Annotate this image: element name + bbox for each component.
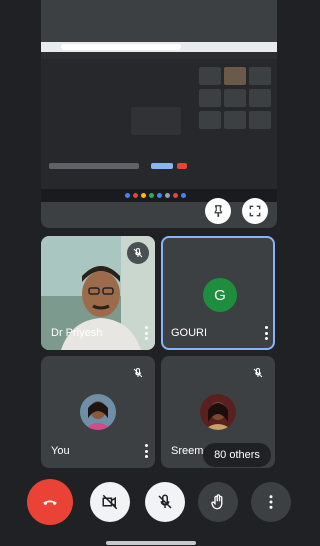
camera-off-icon [102,494,118,510]
mini-tile [249,111,271,129]
mini-tile [199,89,221,107]
participant-name: You [51,445,70,457]
participant-tile-active[interactable]: G GOURI [161,236,275,350]
avatar [80,394,116,430]
mic-off-indicator [127,242,149,264]
presentation-tile[interactable] [41,0,277,228]
mini-tile [199,67,221,85]
meet-header [41,52,277,59]
mini-tile [224,67,246,85]
camera-toggle-button[interactable] [90,482,130,522]
participant-name: GOURI [171,327,208,339]
mini-tile [131,107,181,135]
mic-off-icon [158,494,172,509]
fullscreen-button[interactable] [242,198,268,224]
participant-tile[interactable]: You [41,356,155,468]
mic-toggle-button[interactable] [145,482,185,522]
hand-icon [211,494,223,510]
more-options-icon[interactable] [143,444,149,458]
avatar [200,394,236,430]
mini-tile [249,67,271,85]
mini-button [151,163,173,169]
mini-tile [199,111,221,129]
address-bar [61,44,181,50]
mic-off-icon [133,367,143,378]
end-call-icon [43,500,57,505]
others-count-badge[interactable]: 80 others [203,443,271,467]
mini-tile [224,89,246,107]
mini-button [177,163,187,169]
meet-call-screen: Dr Priyesh G GOURI You Sreem 80 others [0,0,301,546]
taskbar [41,189,277,202]
avatar: G [203,278,237,312]
raise-hand-button[interactable] [198,482,238,522]
mic-off-icon [133,247,143,258]
more-vert-icon [269,495,273,509]
browser-toolbar [41,42,277,52]
participant-tile[interactable]: Dr Priyesh [41,236,155,350]
mini-tile [249,89,271,107]
more-options-icon[interactable] [263,326,269,340]
pin-icon [214,205,223,217]
more-options-icon[interactable] [143,326,149,340]
shared-meet-grid [41,59,277,189]
mic-off-indicator [247,362,269,384]
fullscreen-icon [249,205,261,217]
mini-caption [49,163,139,169]
mic-off-indicator [127,362,149,384]
mini-tile [224,111,246,129]
participant-name: Sreem [171,445,204,457]
shared-screen-content [41,42,277,202]
more-options-button[interactable] [251,482,291,522]
end-call-button[interactable] [27,479,73,525]
mic-off-icon [253,367,263,378]
home-indicator [106,541,196,545]
participant-name: Dr Priyesh [51,327,103,339]
pin-button[interactable] [205,198,231,224]
